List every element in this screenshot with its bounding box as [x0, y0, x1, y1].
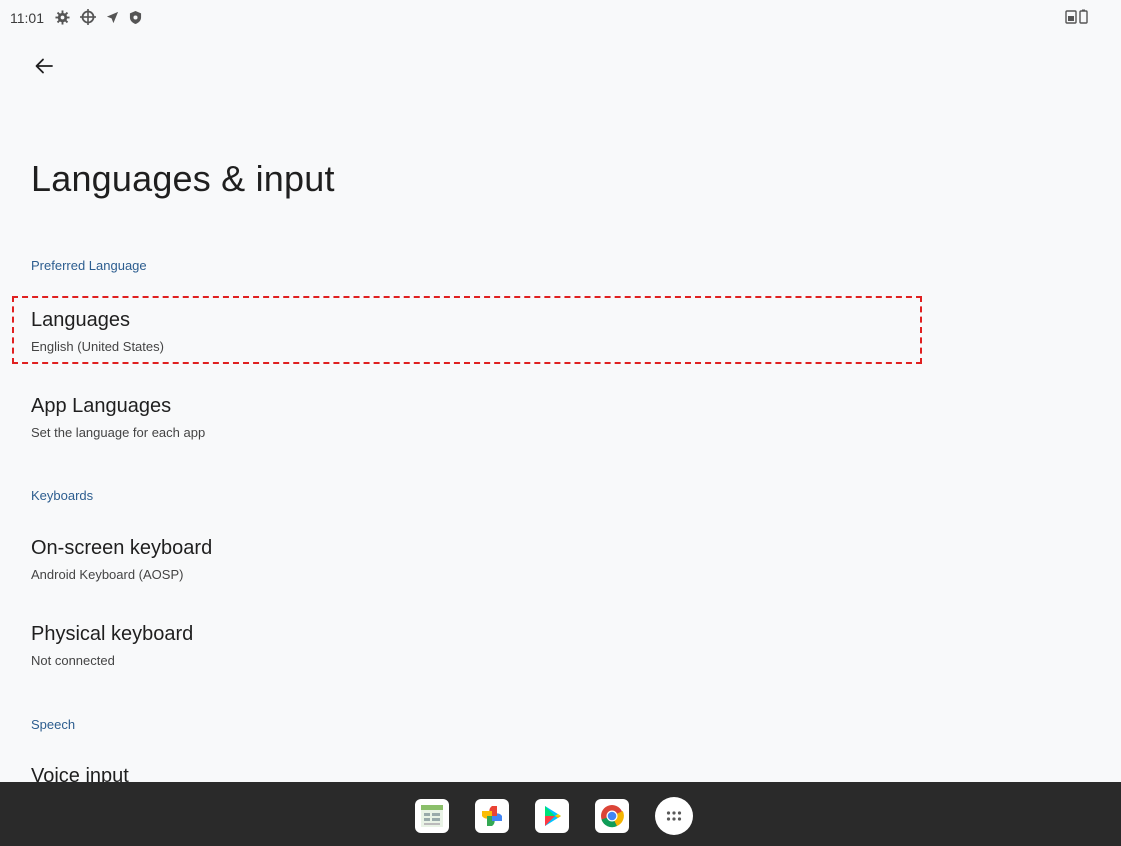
page-title: Languages & input — [31, 158, 335, 199]
app-languages-item[interactable]: App Languages Set the language for each … — [0, 395, 1121, 459]
on-screen-keyboard-item[interactable]: On-screen keyboard Android Keyboard (AOS… — [0, 537, 1121, 601]
sim-card-icon — [1065, 9, 1091, 29]
crosshair-icon — [80, 9, 96, 25]
status-right-icons — [1065, 9, 1091, 30]
item-title: Physical keyboard — [31, 623, 194, 645]
status-icons — [55, 9, 142, 25]
chrome-icon[interactable] — [595, 799, 629, 833]
item-title: App Languages — [31, 395, 172, 417]
physical-keyboard-item[interactable]: Physical keyboard Not connected — [0, 623, 1121, 687]
back-button[interactable] — [30, 54, 58, 82]
section-header-keyboards: Keyboards — [31, 488, 94, 503]
status-time: 11:01 — [10, 10, 44, 26]
gear-icon — [55, 9, 70, 25]
app-drawer-icon[interactable] — [655, 797, 693, 835]
languages-item[interactable]: Languages English (United States) — [0, 309, 1121, 373]
arrow-left-icon — [35, 58, 53, 79]
taskbar — [0, 782, 1121, 846]
section-header-preferred-language: Preferred Language — [31, 258, 147, 273]
item-subtitle: Android Keyboard (AOSP) — [31, 567, 184, 582]
location-arrow-icon — [106, 11, 119, 24]
item-title: Languages — [31, 309, 130, 331]
play-store-icon[interactable] — [535, 799, 569, 833]
item-subtitle: English (United States) — [31, 339, 164, 354]
voice-input-item[interactable]: Voice input — [0, 765, 1121, 782]
sheets-app-icon[interactable] — [415, 799, 449, 833]
settings-screen: 11:01 Languages & input Preferred Langua… — [0, 0, 1121, 846]
shield-icon — [129, 10, 142, 25]
item-title: On-screen keyboard — [31, 537, 213, 559]
item-subtitle: Set the language for each app — [31, 425, 206, 440]
photos-app-icon[interactable] — [475, 799, 509, 833]
section-header-speech: Speech — [31, 717, 76, 732]
item-subtitle: Not connected — [31, 653, 115, 668]
dock — [415, 797, 693, 835]
item-title: Voice input — [31, 765, 129, 782]
status-bar: 11:01 — [0, 0, 1121, 34]
